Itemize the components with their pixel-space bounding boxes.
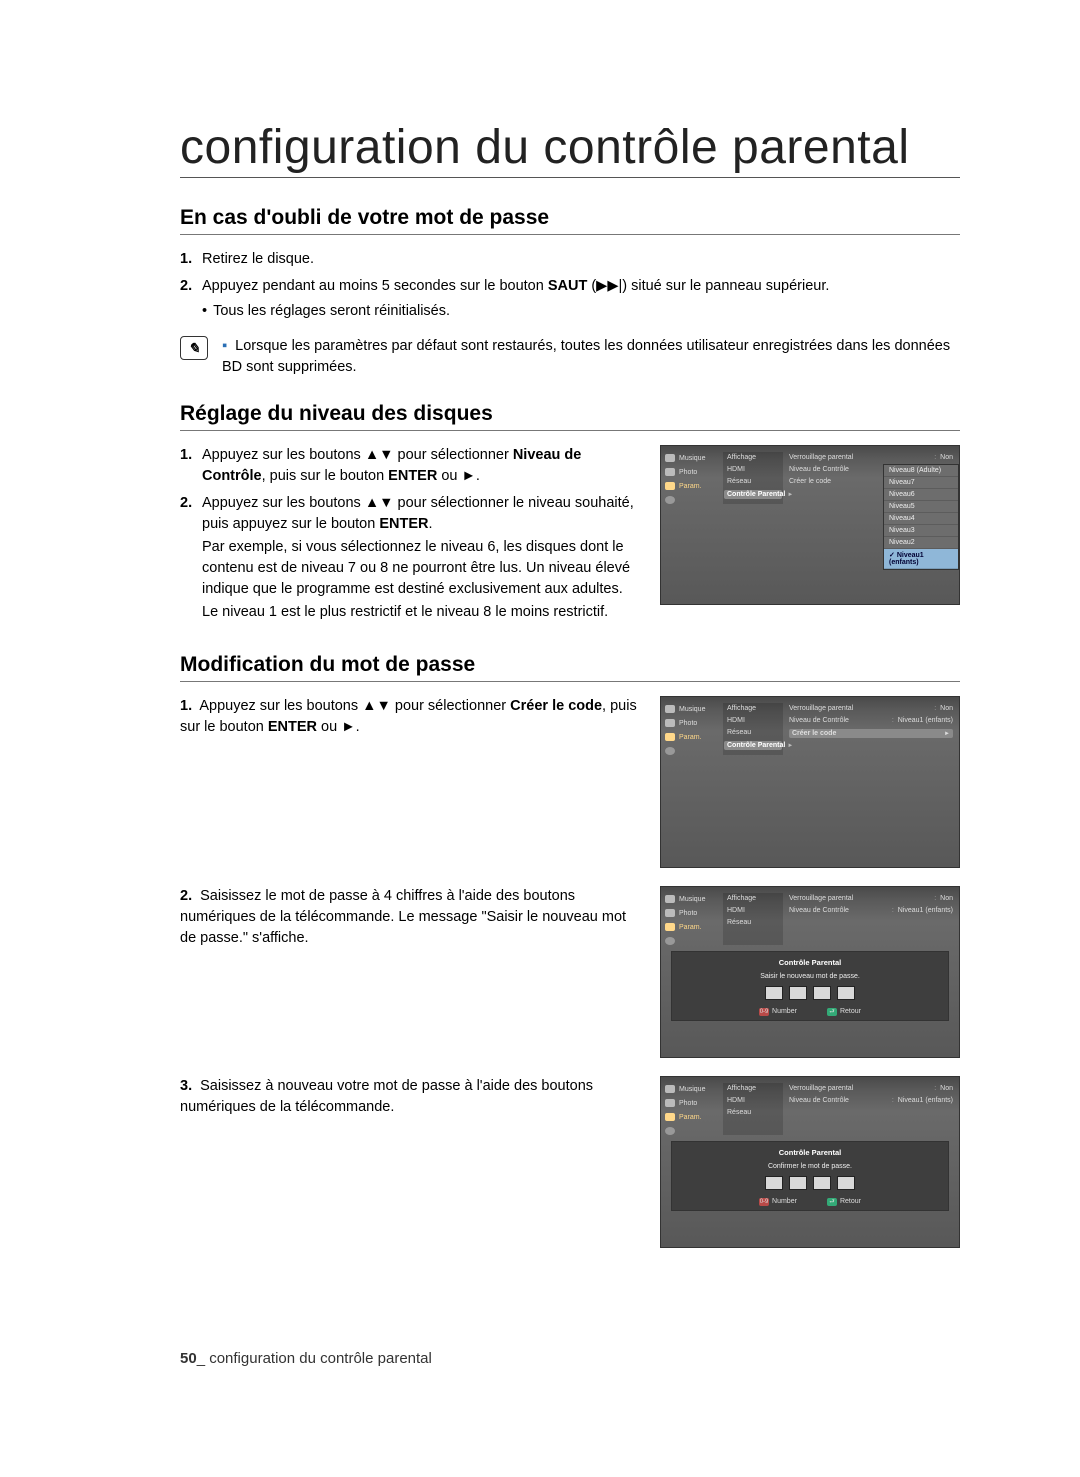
modal-return-hint: ⮐Retour [827, 1008, 861, 1016]
sidebar-music: Musique [665, 454, 723, 462]
sidebar-photo: Photo [665, 468, 723, 476]
screenshot-enter-password: Musique Photo Param. Affichage HDMI Rése… [660, 886, 960, 1058]
section-change-password-heading: Modification du mot de passe [180, 653, 960, 682]
page-title: configuration du contrôle parental [180, 120, 960, 178]
password-modal-new: Contrôle Parental Saisir le nouveau mot … [671, 951, 949, 1021]
menu-parental-control: Contrôle Parental [724, 490, 782, 499]
step-reset-bullet: Tous les réglages seront réinitialisés. [202, 301, 960, 322]
screenshot-level-dropdown: Musique Photo Param. Affichage HDMI Rése… [660, 445, 960, 605]
sidebar-gear-icon [665, 496, 723, 504]
step-select-level-menu: Appuyez sur les boutons ▲▼ pour sélectio… [180, 445, 640, 487]
document-page: configuration du contrôle parental En ca… [0, 0, 1080, 1248]
step-press-skip: Appuyez pendant au moins 5 secondes sur … [180, 276, 960, 322]
level-dropdown: Niveau8 (Adulte) Niveau7 Niveau6 Niveau5… [883, 464, 959, 570]
section-disc-level-heading: Réglage du niveau des disques [180, 402, 960, 431]
modal-number-hint: 0-9Number [759, 1008, 797, 1016]
note-row: ✎ Lorsque les paramètres par défaut sont… [180, 336, 960, 378]
sidebar-param: Param. [665, 482, 723, 490]
section-forgot-password-heading: En cas d'oubli de votre mot de passe [180, 206, 960, 235]
disc-level-steps: Appuyez sur les boutons ▲▼ pour sélectio… [180, 445, 640, 629]
step-enter-password: 2. Saisissez le mot de passe à 4 chiffre… [180, 886, 640, 949]
screenshot-confirm-password: Musique Photo Param. Affichage HDMI Rése… [660, 1076, 960, 1248]
note-icon: ✎ [180, 336, 208, 360]
page-footer: 50_ configuration du contrôle parental [180, 1350, 432, 1367]
step-choose-level: Appuyez sur les boutons ▲▼ pour sélectio… [180, 493, 640, 623]
step-confirm-password: 3. Saisissez à nouveau votre mot de pass… [180, 1076, 640, 1118]
forgot-password-steps: Retirez le disque. Appuyez pendant au mo… [180, 249, 960, 322]
password-modal-confirm: Contrôle Parental Confirmer le mot de pa… [671, 1141, 949, 1211]
step-select-create-code: 1. Appuyez sur les boutons ▲▼ pour sélec… [180, 696, 640, 738]
step-remove-disc: Retirez le disque. [180, 249, 960, 270]
screenshot-create-code: Musique Photo Param. Affichage HDMI Rése… [660, 696, 960, 868]
note-text: Lorsque les paramètres par défaut sont r… [222, 336, 960, 378]
